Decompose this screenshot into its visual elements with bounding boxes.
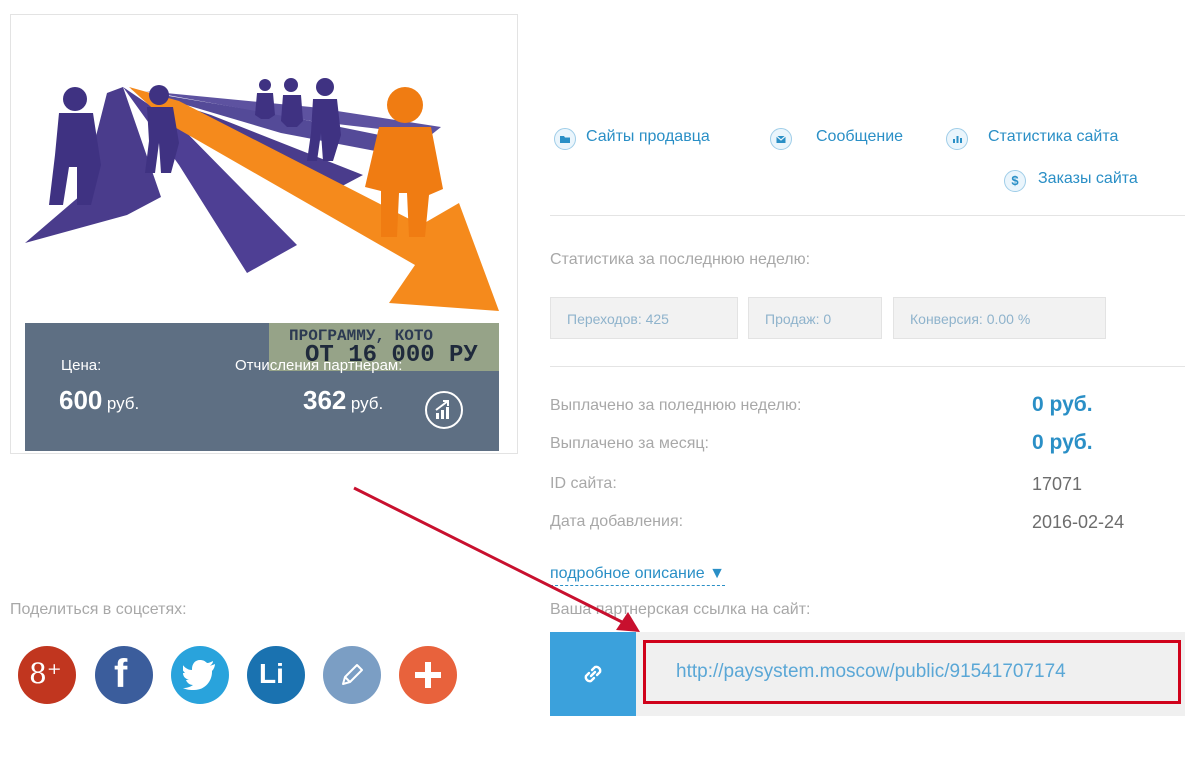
growth-chart-icon[interactable] xyxy=(425,391,463,429)
linkedin-icon: Li xyxy=(259,658,284,689)
google-plus-icon: 8⁺ xyxy=(29,657,62,690)
conversion-badge: Конверсия: 0.00 % xyxy=(893,297,1106,339)
paid-week-value: 0 руб. xyxy=(1032,393,1093,416)
twitter-button[interactable] xyxy=(171,646,229,704)
dollar-icon: $ xyxy=(1004,170,1026,192)
google-plus-button[interactable]: 8⁺ xyxy=(18,646,76,704)
clicks-badge: Переходов: 425 xyxy=(550,297,738,339)
share-label: Поделиться в соцсетях: xyxy=(10,601,187,618)
folder-icon xyxy=(554,128,576,150)
site-id-value: 17071 xyxy=(1032,474,1083,494)
paid-month-value: 0 руб. xyxy=(1032,431,1093,454)
divider xyxy=(550,366,1185,367)
message-label: Сообщение xyxy=(816,128,904,145)
date-added-value: 2016-02-24 xyxy=(1032,512,1125,532)
price-value: 600 xyxy=(59,385,103,415)
paid-month-label: Выплачено за месяц: xyxy=(550,435,709,452)
bar-chart-icon xyxy=(946,128,968,150)
price-overlay: ПРОГРАММУ, КОТО ОТ 16 000 РУ Цена: 600 р… xyxy=(25,323,499,451)
edit-share-button[interactable] xyxy=(323,646,381,704)
more-share-button[interactable] xyxy=(399,646,457,704)
partner-commission-value: 362 xyxy=(303,385,347,415)
facebook-icon: f xyxy=(114,652,128,696)
seller-sites-label: Сайты продавца xyxy=(586,128,710,145)
partner-url-text[interactable]: http://paysystem.moscow/public/915417071… xyxy=(676,661,1066,683)
product-card[interactable]: ПРОГРАММУ, КОТО ОТ 16 000 РУ Цена: 600 р… xyxy=(10,14,518,454)
site-stats-label: Статистика сайта xyxy=(988,128,1119,145)
partner-commission-currency: руб. xyxy=(350,394,384,413)
plus-icon xyxy=(415,662,441,688)
price-label: Цена: xyxy=(61,357,102,374)
price: 600 руб. xyxy=(59,385,139,416)
twitter-icon xyxy=(183,660,215,690)
pencil-icon xyxy=(342,664,363,685)
divider xyxy=(550,215,1185,216)
link-icon xyxy=(584,665,602,683)
price-currency: руб. xyxy=(106,394,140,413)
sales-badge: Продаж: 0 xyxy=(748,297,882,339)
linkedin-button[interactable]: Li xyxy=(247,646,305,704)
site-orders-label: Заказы сайта xyxy=(1038,170,1138,187)
copy-link-button[interactable] xyxy=(550,632,636,716)
partner-commission-label: Отчисления партнерам: xyxy=(235,357,403,374)
annotation-arrow xyxy=(353,486,640,632)
weekly-stats-title: Статистика за последнюю неделю: xyxy=(550,251,811,268)
partner-commission: 362 руб. xyxy=(303,385,383,416)
paid-week-label: Выплачено за поледнюю неделю: xyxy=(550,397,802,414)
facebook-button[interactable]: f xyxy=(95,646,153,704)
url-highlight-box: http://paysystem.moscow/public/915417071… xyxy=(643,640,1181,704)
envelope-icon xyxy=(770,128,792,150)
